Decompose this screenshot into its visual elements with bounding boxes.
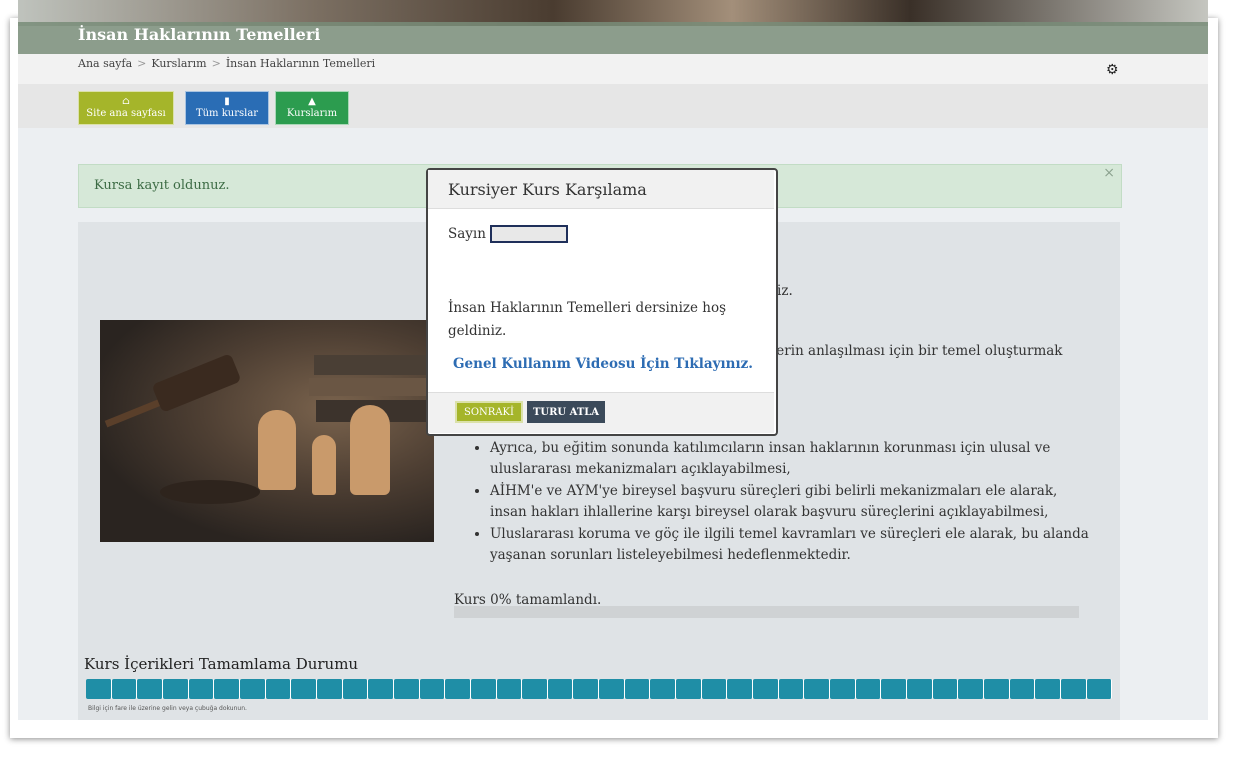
breadcrumb-separator: >	[211, 57, 221, 70]
status-segment[interactable]	[137, 679, 163, 699]
status-segment[interactable]	[522, 679, 548, 699]
family-figure-shape	[258, 410, 296, 490]
status-segment[interactable]	[932, 679, 959, 699]
graduation-cap-icon: ▲	[308, 96, 316, 107]
modal-greeting: Sayın	[448, 225, 568, 243]
status-segment[interactable]	[855, 679, 882, 699]
all-courses-button[interactable]: ▮ Tüm kurslar	[185, 91, 269, 125]
status-segment[interactable]	[470, 679, 497, 699]
list-item: AİHM'e ve AYM'ye bireysel başvuru süreçl…	[490, 481, 1090, 523]
book-shape	[314, 355, 434, 375]
status-segment[interactable]	[316, 679, 343, 699]
status-segment[interactable]	[496, 679, 523, 699]
course-goal-text: elerin anlaşılması için bir temel oluştu…	[764, 343, 1063, 359]
status-segment[interactable]	[547, 679, 574, 699]
status-segment[interactable]	[573, 679, 600, 699]
modal-message: İnsan Haklarının Temelleri dersinize hoş…	[448, 300, 727, 339]
usage-video-link[interactable]: Genel Kullanım Videosu İçin Tıklayınız.	[438, 356, 768, 372]
status-segment[interactable]	[958, 679, 984, 699]
status-segment[interactable]	[445, 679, 471, 699]
breadcrumb: Ana sayfa > Kurslarım > İnsan Haklarının…	[78, 57, 375, 70]
status-segment[interactable]	[1035, 679, 1061, 699]
completion-status-hint: Bilgi için fare ile üzerine gelin veya ç…	[88, 705, 247, 712]
status-segment[interactable]	[419, 679, 446, 699]
status-segment[interactable]	[111, 679, 138, 699]
home-icon: ⌂	[122, 96, 130, 107]
status-segment[interactable]	[753, 679, 779, 699]
status-segment[interactable]	[804, 679, 831, 699]
completion-status-bar[interactable]	[86, 679, 1113, 699]
status-segment[interactable]	[162, 679, 189, 699]
course-progress-bar	[454, 606, 1079, 618]
status-segment[interactable]	[86, 679, 112, 699]
status-segment[interactable]	[1086, 679, 1113, 699]
status-segment[interactable]	[624, 679, 651, 699]
site-home-label: Site ana sayfası	[86, 108, 166, 119]
status-segment[interactable]	[599, 679, 625, 699]
alert-text: Kursa kayıt oldunuz.	[94, 178, 230, 193]
list-item: Ayrıca, bu eğitim sonunda katılımcıların…	[490, 438, 1090, 480]
redacted-name-box	[489, 225, 568, 243]
site-home-button[interactable]: ⌂ Site ana sayfası	[78, 91, 174, 125]
greeting-text: Sayın	[448, 226, 486, 242]
status-segment[interactable]	[881, 679, 907, 699]
gavel-head-shape	[151, 353, 242, 413]
breadcrumb-home[interactable]: Ana sayfa	[78, 57, 132, 70]
skip-tour-button[interactable]: TURU ATLA	[527, 401, 605, 423]
completion-status-title: Kurs İçerikleri Tamamlama Durumu	[84, 655, 359, 673]
status-segment[interactable]	[368, 679, 394, 699]
my-courses-label: Kurslarım	[286, 108, 338, 119]
breadcrumb-separator: >	[137, 57, 147, 70]
status-segment[interactable]	[239, 679, 266, 699]
all-courses-label: Tüm kurslar	[195, 108, 259, 119]
status-segment[interactable]	[1009, 679, 1036, 699]
status-segment[interactable]	[778, 679, 805, 699]
status-segment[interactable]	[983, 679, 1010, 699]
breadcrumb-current: İnsan Haklarının Temelleri	[225, 57, 376, 70]
status-segment[interactable]	[650, 679, 677, 699]
status-segment[interactable]	[830, 679, 856, 699]
breadcrumb-my-courses[interactable]: Kurslarım	[151, 57, 206, 70]
status-segment[interactable]	[701, 679, 728, 699]
page-title: İnsan Haklarının Temelleri	[78, 25, 321, 44]
gavel-base-shape	[160, 480, 260, 504]
status-segment[interactable]	[676, 679, 702, 699]
book-icon: ▮	[224, 96, 230, 107]
status-segment[interactable]	[907, 679, 933, 699]
status-segment[interactable]	[214, 679, 240, 699]
list-item: Uluslararası koruma ve göç ile ilgili te…	[490, 524, 1090, 566]
close-icon[interactable]: ×	[1103, 165, 1115, 181]
status-segment[interactable]	[188, 679, 215, 699]
status-segment[interactable]	[393, 679, 420, 699]
status-segment[interactable]	[1060, 679, 1087, 699]
status-segment[interactable]	[291, 679, 317, 699]
book-shape	[309, 378, 434, 396]
course-goals-list: Ayrıca, bu eğitim sonunda katılımcıların…	[474, 438, 1090, 567]
status-segment[interactable]	[727, 679, 754, 699]
modal-title: Kursiyer Kurs Karşılama	[448, 180, 647, 199]
next-button[interactable]: SONRAKİ	[455, 401, 523, 423]
family-figure-shape	[350, 405, 390, 495]
course-image	[100, 320, 434, 542]
status-segment[interactable]	[342, 679, 369, 699]
family-figure-shape	[312, 435, 336, 495]
status-segment[interactable]	[265, 679, 292, 699]
my-courses-button[interactable]: ▲ Kurslarım	[275, 91, 349, 125]
gear-icon[interactable]: ⚙	[1106, 62, 1119, 78]
